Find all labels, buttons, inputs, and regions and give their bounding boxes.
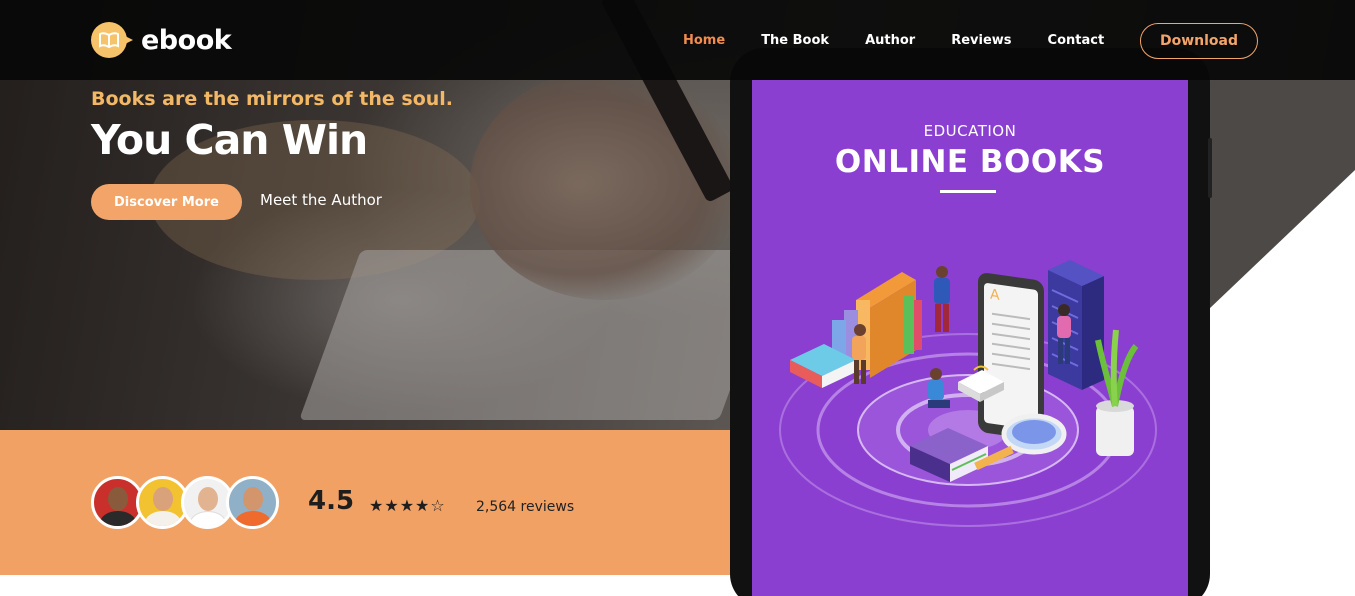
tablet-screen: EDUCATION ONLINE BOOKS A [752,80,1188,596]
rating-value: 4.5 [308,486,355,516]
navbar: ebook Home The Book Author Reviews Conta… [0,0,1355,80]
screen-label: EDUCATION [923,122,1017,140]
nav-contact[interactable]: Contact [1048,33,1105,48]
diagonal-shape [1208,80,1355,310]
nav-author[interactable]: Author [865,33,915,48]
logo[interactable]: ebook [91,22,232,58]
online-books-illustration: A [779,260,1157,527]
nav-reviews[interactable]: Reviews [951,33,1011,48]
meet-author-link[interactable]: Meet the Author [260,191,382,209]
book-logo-icon [91,22,133,58]
tablet-side-button [1208,138,1212,198]
download-button[interactable]: Download [1140,23,1258,59]
discover-more-button[interactable]: Discover More [91,184,242,220]
nav-home[interactable]: Home [683,33,725,48]
svg-text:A: A [990,287,1000,304]
screen-title: ONLINE BOOKS [834,144,1106,180]
logo-text: ebook [141,24,232,56]
reviews-count: 2,564 reviews [476,499,575,515]
hero-headline: You Can Win [91,116,368,164]
title-divider [940,190,996,193]
nav-the-book[interactable]: The Book [761,33,829,48]
reviewer-avatars [91,476,279,529]
nav-links: Home The Book Author Reviews Contact [683,33,1140,48]
hero-tagline: Books are the mirrors of the soul. [91,88,454,110]
avatar [226,476,279,529]
star-icon: ★★★★☆ [369,496,446,515]
